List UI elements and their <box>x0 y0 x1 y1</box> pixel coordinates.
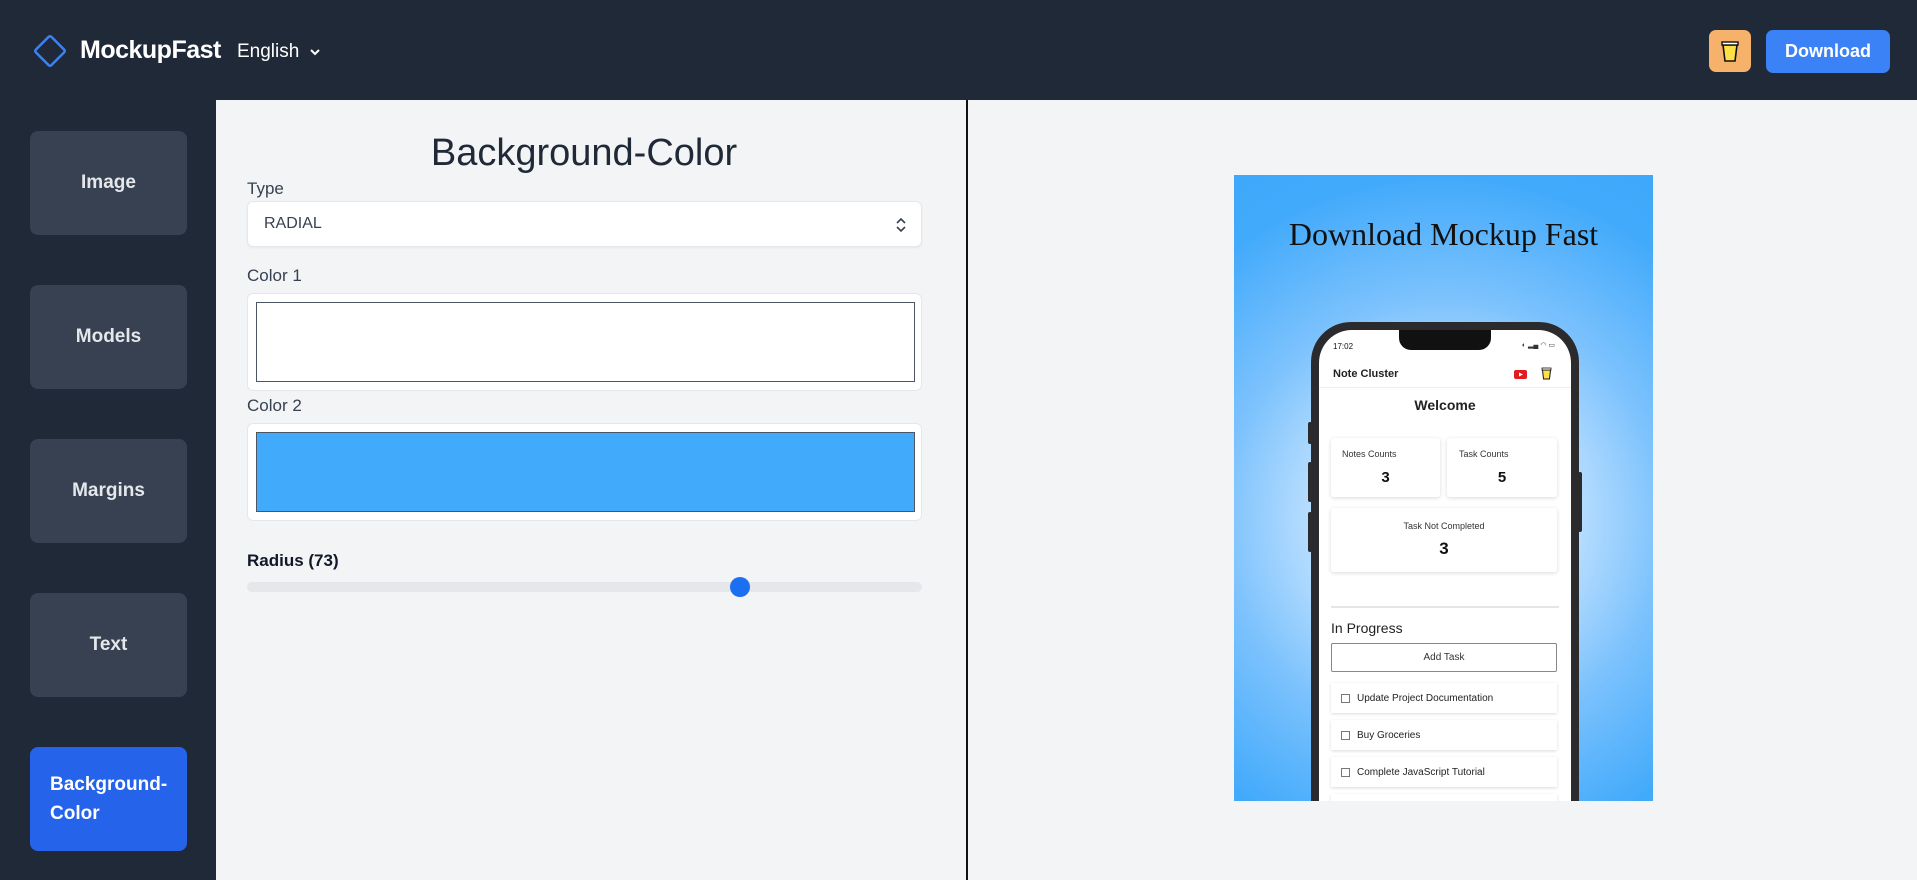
task-item[interactable]: Update Project Documentation <box>1331 683 1557 713</box>
phone-button <box>1308 512 1312 552</box>
task-count-label: Task Counts <box>1459 449 1509 459</box>
notes-count-label: Notes Counts <box>1342 449 1397 459</box>
phone-screen: 17:02 ◐ ▂▄ ◠ ▭ Note Cluster Welcome Note… <box>1319 330 1571 801</box>
phone-button <box>1578 472 1582 532</box>
download-button[interactable]: Download <box>1766 30 1890 73</box>
buy-coffee-button[interactable] <box>1709 30 1751 72</box>
not-completed-value: 3 <box>1439 539 1449 558</box>
type-label: Type <box>247 179 284 198</box>
coffee-cup-icon <box>1721 41 1739 62</box>
task-count-card: Task Counts 5 <box>1447 438 1557 497</box>
sidebar: Image Models Margins Text Background-Col… <box>0 100 216 880</box>
welcome-heading: Welcome <box>1414 397 1476 413</box>
task-label: Buy Groceries <box>1357 729 1421 741</box>
color1-swatch[interactable] <box>256 302 915 382</box>
sidebar-item-image[interactable]: Image <box>30 131 187 235</box>
task-count-value: 5 <box>1497 469 1507 486</box>
youtube-icon <box>1514 370 1527 379</box>
app-title: Note Cluster <box>1333 368 1399 380</box>
sidebar-item-label: Background-Color <box>50 774 168 824</box>
task-checkbox[interactable] <box>1341 767 1350 777</box>
chevron-down-icon <box>310 49 321 56</box>
top-header: MockupFast English Download <box>0 0 1917 100</box>
phone-button <box>1308 422 1312 444</box>
add-task-button[interactable]: Add Task <box>1331 643 1557 672</box>
status-time: 17:02 <box>1333 342 1354 351</box>
sidebar-item-background-color[interactable]: Background-Color <box>30 747 187 851</box>
section-heading: In Progress <box>1331 620 1403 636</box>
chevron-updown-icon <box>896 217 906 233</box>
color1-label: Color 1 <box>247 266 302 285</box>
mockup-title: Download Mockup Fast <box>1234 215 1653 254</box>
app-bar: Note Cluster <box>1319 360 1571 388</box>
radius-label: Radius (73) <box>247 551 339 570</box>
color2-label: Color 2 <box>247 396 302 415</box>
divider <box>1331 606 1559 608</box>
radius-slider[interactable] <box>247 577 922 597</box>
color1-picker[interactable] <box>247 293 922 391</box>
mockup-title-text: Download Mockup Fast <box>1288 216 1599 252</box>
notes-count-value: 3 <box>1381 469 1390 486</box>
status-icons: ◐ ▂▄ ◠ ▭ <box>1521 342 1555 349</box>
task-checkbox[interactable] <box>1341 693 1350 703</box>
color2-picker[interactable] <box>247 423 922 521</box>
brand-name[interactable]: MockupFast <box>80 36 221 65</box>
settings-panel: Background-Color Type RADIAL Color 1 Col… <box>216 100 968 880</box>
phone-button <box>1308 462 1312 502</box>
sidebar-item-margins[interactable]: Margins <box>30 439 187 543</box>
sidebar-item-text[interactable]: Text <box>30 593 187 697</box>
not-completed-card: Task Not Completed 3 <box>1331 508 1557 572</box>
radius-slider-thumb[interactable] <box>729 577 750 597</box>
not-completed-label: Task Not Completed <box>1403 521 1485 531</box>
task-label: Complete JavaScript Tutorial <box>1357 766 1485 778</box>
sidebar-item-models[interactable]: Models <box>30 285 187 389</box>
task-label: Update Project Documentation <box>1357 692 1494 704</box>
language-select[interactable]: English <box>237 41 321 63</box>
language-label: English <box>237 41 300 62</box>
mockup-canvas: Download Mockup Fast 17:02 ◐ ▂▄ ◠ ▭ Note… <box>1234 175 1653 801</box>
notes-count-card: Notes Counts 3 <box>1331 438 1440 497</box>
task-item[interactable] <box>1331 794 1557 801</box>
task-item[interactable]: Complete JavaScript Tutorial <box>1331 757 1557 787</box>
preview-area: Download Mockup Fast 17:02 ◐ ▂▄ ◠ ▭ Note… <box>968 100 1917 880</box>
phone-notch <box>1399 330 1491 350</box>
logo-icon <box>34 35 66 67</box>
coffee-cup-icon <box>1541 367 1552 380</box>
phone-frame: 17:02 ◐ ▂▄ ◠ ▭ Note Cluster Welcome Note… <box>1308 322 1582 801</box>
task-item[interactable]: Buy Groceries <box>1331 720 1557 750</box>
task-checkbox[interactable] <box>1341 730 1350 740</box>
panel-title: Background-Color <box>430 132 738 174</box>
type-select[interactable]: RADIAL <box>247 201 922 247</box>
color2-swatch[interactable] <box>256 432 915 512</box>
type-select-value: RADIAL <box>264 215 322 232</box>
